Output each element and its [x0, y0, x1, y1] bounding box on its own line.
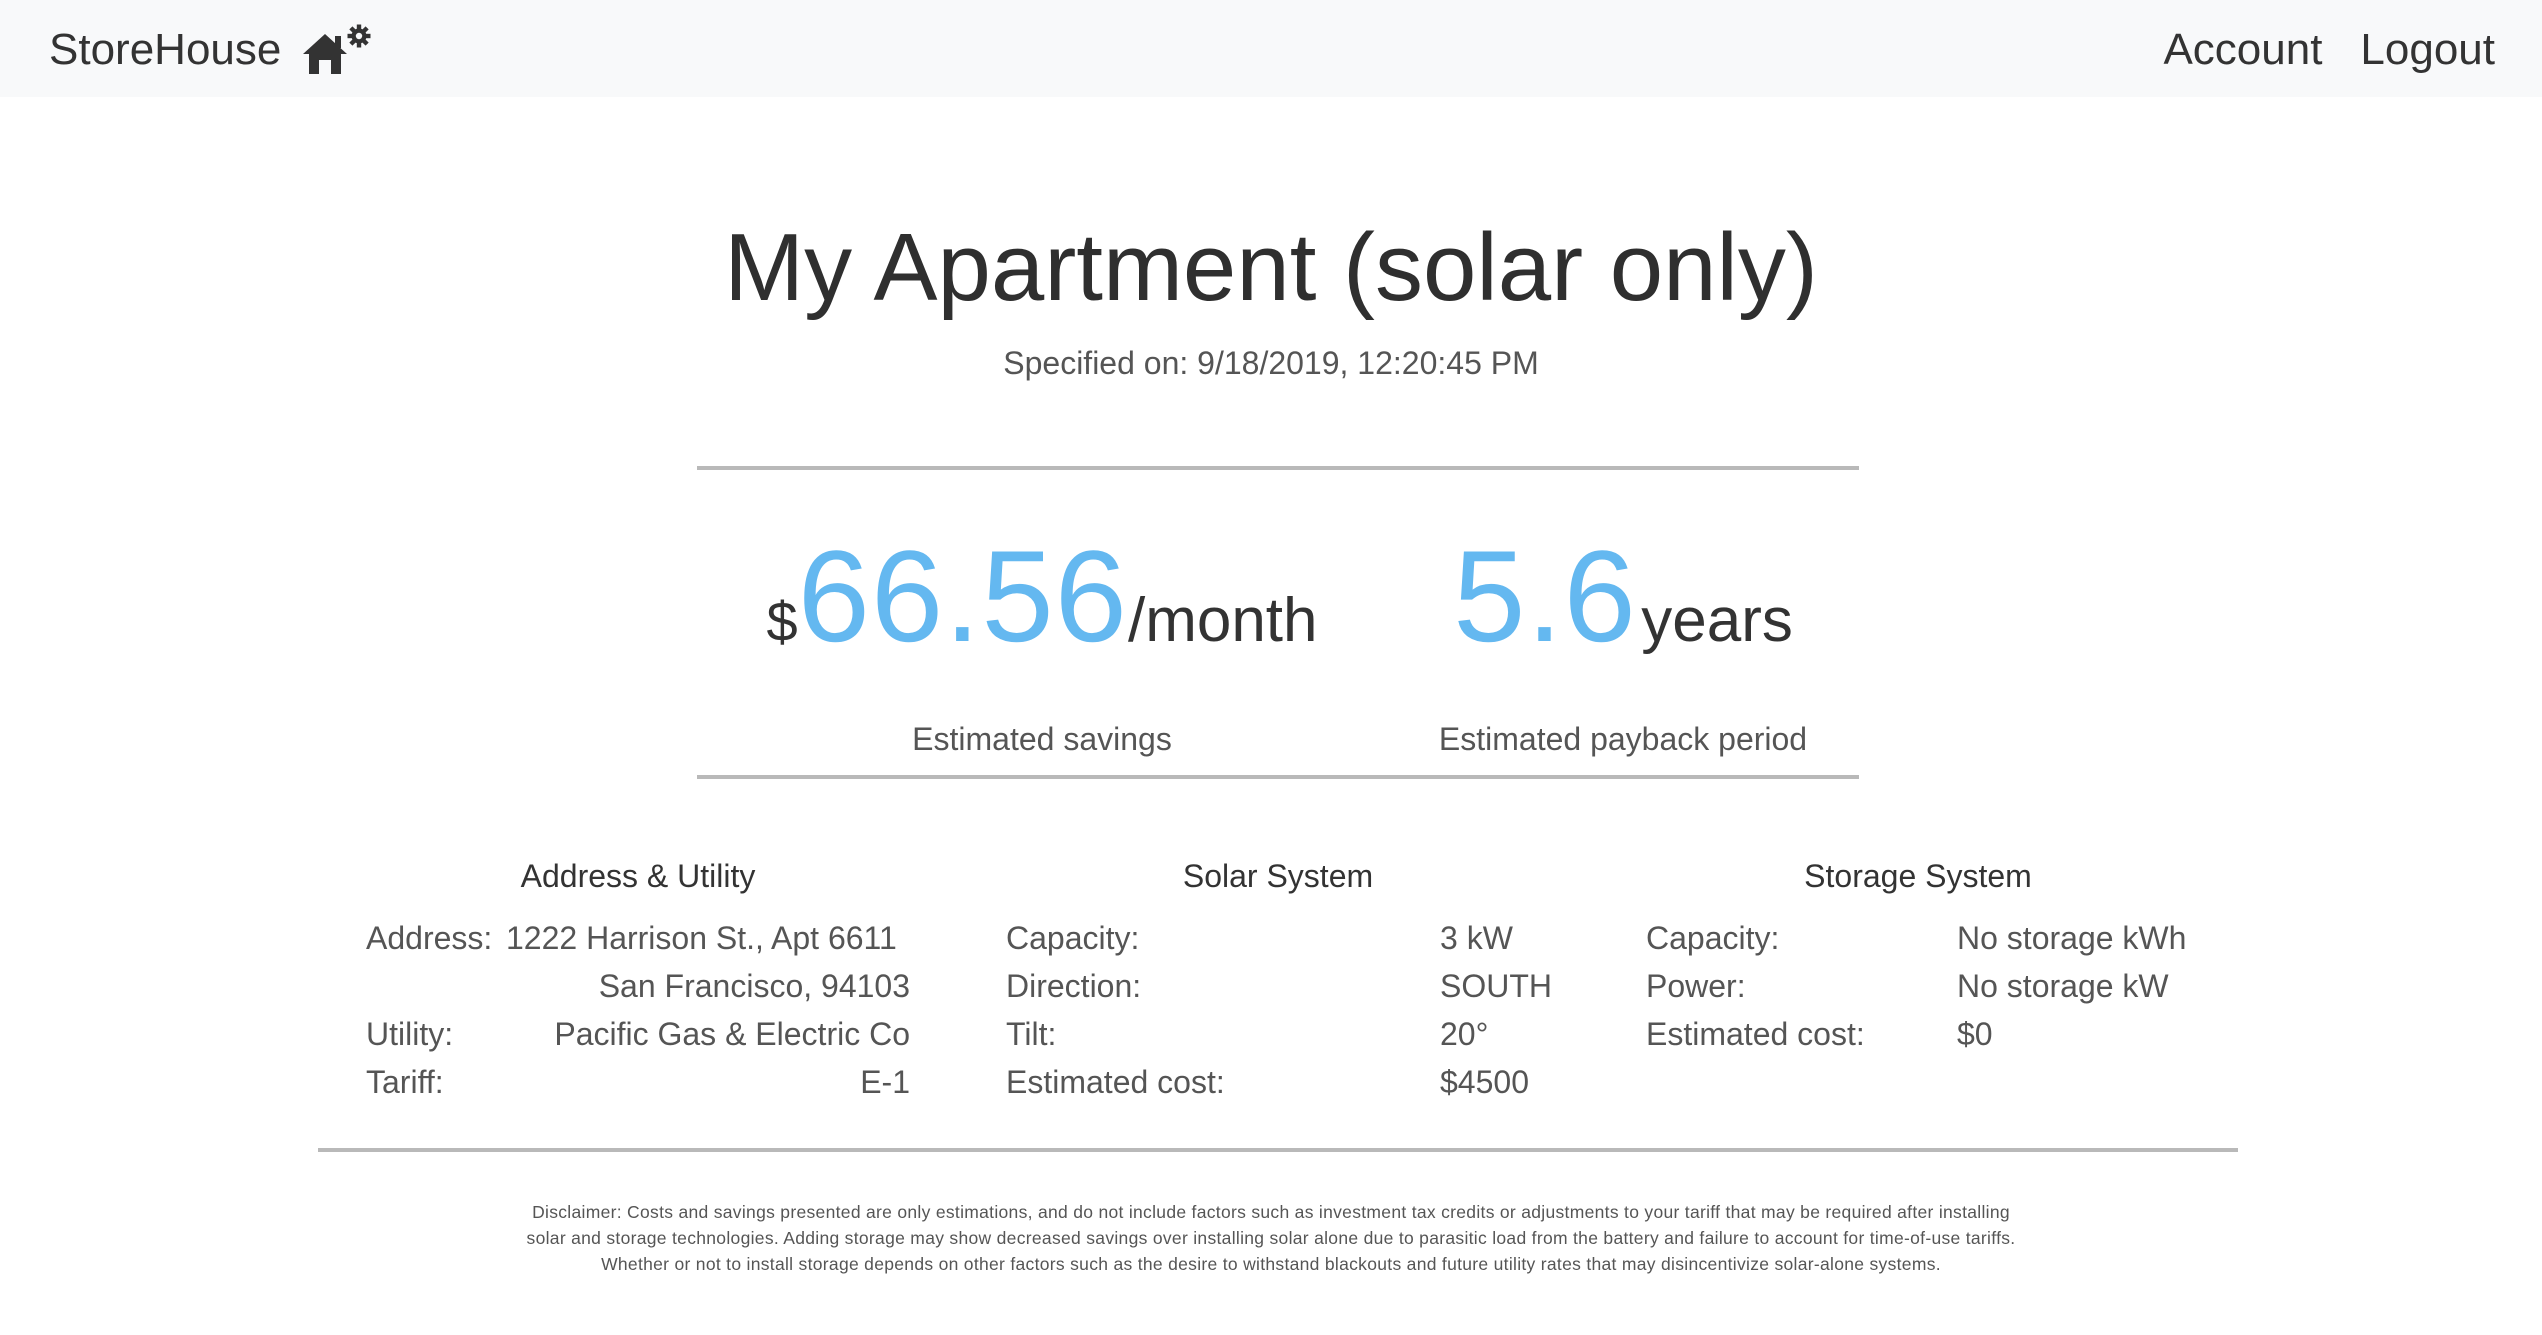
solar-system-section: Solar System Capacity: 3 kW Direction: S… [1006, 856, 1552, 1106]
storage-capacity-row: Capacity: No storage kWh [1646, 914, 2190, 962]
storage-system-title: Storage System [1804, 858, 2032, 894]
brand-name: StoreHouse [49, 25, 282, 74]
payback-unit: years [1641, 586, 1793, 655]
storage-system-section: Storage System Capacity: No storage kWh … [1646, 856, 2190, 1058]
solar-capacity-label: Capacity: [1006, 920, 1140, 956]
payback-value-row: 5.6 years [1387, 526, 1859, 707]
solar-direction-value: SOUTH [1440, 968, 1552, 1004]
storage-power-label: Power: [1646, 968, 1746, 1004]
brand-link[interactable]: StoreHouse [49, 22, 375, 78]
storage-capacity-label: Capacity: [1646, 920, 1780, 956]
address-row: Address: 1222 Harrison St., Apt 6611 [366, 914, 910, 962]
divider-top [697, 466, 1859, 470]
solar-direction-row: Direction: SOUTH [1006, 962, 1552, 1010]
specified-date: Specified on: 9/18/2019, 12:20:45 PM [1003, 345, 1539, 381]
address-label: Address: [366, 920, 493, 956]
address-utility-section: Address & Utility Address: 1222 Harrison… [366, 856, 910, 1106]
solar-cost-label: Estimated cost: [1006, 1064, 1225, 1100]
account-link[interactable]: Account [2163, 22, 2322, 78]
utility-value: Pacific Gas & Electric Co [554, 1016, 910, 1052]
solar-tilt-row: Tilt: 20° [1006, 1010, 1550, 1058]
tariff-value: E-1 [860, 1064, 910, 1100]
payback-caption: Estimated payback period [1438, 721, 1808, 757]
divider-bottom [318, 1148, 2238, 1152]
tariff-label: Tariff: [366, 1064, 444, 1100]
solar-cost-row: Estimated cost: $4500 [1006, 1058, 1550, 1106]
storage-cost-label: Estimated cost: [1646, 1016, 1865, 1052]
address-row-2: San Francisco, 94103 [366, 962, 910, 1010]
address-utility-title: Address & Utility [520, 858, 756, 894]
solar-cost-value: $4500 [1440, 1064, 1529, 1100]
divider-middle [697, 775, 1859, 779]
storage-capacity-value: No storage kWh [1957, 920, 2187, 956]
solar-capacity-row: Capacity: 3 kW [1006, 914, 1550, 962]
page-title: My Apartment (solar only) [724, 214, 1818, 321]
savings-caption: Estimated savings [912, 721, 1172, 757]
solar-tilt-value: 20° [1440, 1016, 1489, 1052]
tariff-row: Tariff: E-1 [366, 1058, 910, 1106]
savings-value: 66.56 [797, 523, 1128, 669]
payback-stat: 5.6 years Estimated payback period [1387, 526, 1859, 759]
savings-unit: /month [1127, 586, 1318, 655]
logout-link[interactable]: Logout [2360, 22, 2495, 78]
nav-links: Account Logout [2163, 22, 2495, 78]
storage-power-row: Power: No storage kW [1646, 962, 2190, 1010]
savings-stat: $66.56/month Estimated savings [697, 526, 1387, 759]
solar-direction-label: Direction: [1006, 968, 1142, 1004]
house-gear-icon [299, 22, 375, 78]
payback-value: 5.6 [1453, 523, 1637, 669]
storage-power-value: No storage kW [1957, 968, 2169, 1004]
address-line2: San Francisco, 94103 [598, 968, 910, 1004]
storage-cost-row: Estimated cost: $0 [1646, 1010, 2190, 1058]
currency-symbol: $ [766, 590, 798, 653]
solar-tilt-label: Tilt: [1006, 1016, 1057, 1052]
disclaimer: Disclaimer: Costs and savings presented … [526, 1202, 2016, 1274]
utility-row: Utility: Pacific Gas & Electric Co [366, 1010, 910, 1058]
utility-label: Utility: [366, 1016, 454, 1052]
solar-system-title: Solar System [1182, 858, 1374, 894]
navbar: StoreHouse Account Logout [0, 0, 2542, 97]
solar-capacity-value: 3 kW [1440, 920, 1513, 956]
storage-cost-value: $0 [1957, 1016, 1993, 1052]
address-line1: 1222 Harrison St., Apt 6611 [506, 920, 897, 956]
savings-value-row: $66.56/month [697, 526, 1387, 707]
